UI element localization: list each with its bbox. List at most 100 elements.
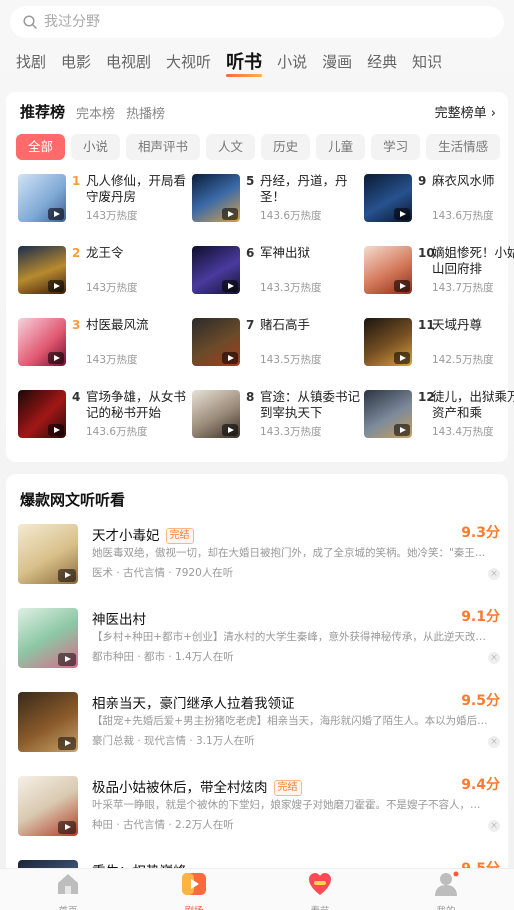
- book-meta: 豪门总裁 · 现代言情 · 3.1万人在听: [92, 735, 255, 747]
- nav-label: 春节: [290, 903, 350, 910]
- chip-history[interactable]: 历史: [261, 134, 311, 160]
- nav-label: 剧场: [164, 903, 224, 910]
- play-icon: [58, 737, 76, 750]
- rank-title: 凡人修仙，开局看守废丹房: [86, 173, 187, 204]
- rank-number: 1: [72, 174, 81, 188]
- play-icon: [222, 208, 238, 220]
- rank-item-6[interactable]: 6 军神出狱 143.3万热度: [192, 245, 362, 296]
- rank-item-9[interactable]: 9 麻衣风水师 143.6万热度: [364, 173, 514, 224]
- nav-label: 我的: [416, 903, 476, 910]
- rank-item-5[interactable]: 5 丹经，丹道，丹圣！ 143.6万热度: [192, 173, 362, 224]
- book-cover: [18, 174, 66, 222]
- book-description: 她医毒双绝，傲视一切，却在大婚日被抱门外，成了全京城的笑柄。她冷笑："秦王？..…: [92, 547, 488, 559]
- rank-item-2[interactable]: 2 龙王令 143万热度: [18, 245, 188, 296]
- chip-crosstalk[interactable]: 相声评书: [126, 134, 201, 160]
- search-icon: [23, 15, 37, 29]
- play-icon: [48, 424, 64, 436]
- rank-heat: 143.6万热度: [260, 210, 322, 222]
- rank-item-10[interactable]: 10 嫡姐惨死！小姑下山回府排 143.7万热度: [364, 245, 514, 296]
- tab-movie[interactable]: 电影: [61, 51, 91, 72]
- rank-item-7[interactable]: 7 赌石高手 143.5万热度: [192, 317, 362, 368]
- hot-novels-card: 爆款网文听听看 天才小毒妃 完结 9.3分 她医毒双绝，傲视一切，却在大婚日被抱门…: [6, 474, 508, 910]
- book-item-3[interactable]: 相亲当天，豪门继承人拉着我领证 9.5分 【甜宠+先婚后爱+男主扮猪吃老虎】相亲…: [18, 692, 502, 762]
- book-cover: [192, 390, 240, 438]
- play-icon: [394, 208, 410, 220]
- home-icon: [58, 874, 78, 894]
- rank-item-12[interactable]: 12 徒儿，出狱乘万亿资产和乘 143.4万热度: [364, 389, 514, 440]
- play-icon: [222, 352, 238, 364]
- play-icon: [394, 424, 410, 436]
- category-tabs: 找剧 电影 电视剧 大视听 听书 小说 漫画 经典 知识: [0, 46, 514, 77]
- rank-item-1[interactable]: 1 凡人修仙，开局看守废丹房 143万热度: [18, 173, 188, 224]
- full-ranking-link[interactable]: 完整榜单 ›: [435, 102, 496, 121]
- chip-life-emotion[interactable]: 生活情感: [426, 134, 501, 160]
- nav-spring-festival[interactable]: 春节: [290, 871, 350, 910]
- tab-audiovisual[interactable]: 大视听: [166, 51, 211, 72]
- chip-all[interactable]: 全部: [16, 134, 66, 160]
- tab-recommend-rank[interactable]: 推荐榜: [20, 101, 65, 122]
- tab-find-drama[interactable]: 找剧: [16, 51, 46, 72]
- nav-mine[interactable]: 我的: [416, 871, 476, 910]
- book-title: 天才小毒妃: [92, 528, 160, 544]
- close-icon[interactable]: ×: [488, 736, 500, 748]
- book-item-2[interactable]: 神医出村 9.1分 【乡村+种田+都市+创业】清水村的大学生秦峰，意外获得神秘传…: [18, 608, 502, 678]
- play-icon: [222, 424, 238, 436]
- rank-heat: 143.3万热度: [260, 282, 322, 294]
- chip-children[interactable]: 儿童: [316, 134, 366, 160]
- chip-study[interactable]: 学习: [371, 134, 421, 160]
- chip-novel[interactable]: 小说: [71, 134, 121, 160]
- book-cover: [18, 608, 78, 668]
- tab-completed-rank[interactable]: 完本榜: [76, 103, 115, 122]
- rank-title: 龙王令: [86, 245, 124, 260]
- rank-number: 3: [72, 318, 81, 332]
- rank-heat: 142.5万热度: [432, 354, 494, 366]
- rank-title: 军神出狱: [260, 245, 311, 260]
- play-icon: [48, 208, 64, 220]
- rank-title: 嫡姐惨死！小姑下山回府排: [432, 245, 514, 276]
- nav-home[interactable]: 首页: [38, 871, 98, 910]
- nav-theater[interactable]: 剧场: [164, 871, 224, 910]
- search-input[interactable]: [44, 14, 484, 30]
- tab-audiobook[interactable]: 听书: [226, 48, 263, 77]
- tab-novel[interactable]: 小说: [277, 51, 307, 72]
- rank-heat: 143.6万热度: [86, 426, 148, 438]
- book-title-row: 相亲当天，豪门继承人拉着我领证: [92, 692, 295, 712]
- tab-tv-series[interactable]: 电视剧: [106, 51, 151, 72]
- book-cover: [18, 318, 66, 366]
- rank-item-3[interactable]: 3 村医最风流 143万热度: [18, 317, 188, 368]
- close-icon[interactable]: ×: [488, 820, 500, 832]
- book-cover: [364, 246, 412, 294]
- play-icon: [394, 352, 410, 364]
- close-icon[interactable]: ×: [488, 652, 500, 664]
- rank-title: 天域丹尊: [432, 317, 483, 332]
- book-score: 9.3分: [461, 525, 500, 541]
- book-title: 极品小姑被休后，带全村炫肉: [92, 780, 268, 796]
- rank-item-11[interactable]: 11 天域丹尊 142.5万热度: [364, 317, 514, 368]
- rank-number: 7: [246, 318, 255, 332]
- book-score: 9.4分: [461, 777, 500, 793]
- play-icon: [48, 280, 64, 292]
- book-item-1[interactable]: 天才小毒妃 完结 9.3分 她医毒双绝，傲视一切，却在大婚日被抱门外，成了全京城的…: [18, 524, 502, 594]
- bottom-nav: 首页 剧场 春节 我的: [0, 868, 514, 910]
- book-description: 叶采苹一睁眼，就是个被休的下堂妇，娘家嫂子对她磨刀霍霍。不是嫂子不容人，实...: [92, 799, 488, 811]
- section-title: 爆款网文听听看: [20, 491, 126, 509]
- rank-item-4[interactable]: 4 官场争雄，从女书记的秘书开始 143.6万热度: [18, 389, 188, 440]
- tab-classic[interactable]: 经典: [367, 51, 397, 72]
- rank-heat: 143.6万热度: [432, 210, 494, 222]
- book-title-row: 极品小姑被休后，带全村炫肉 完结: [92, 776, 302, 796]
- close-icon[interactable]: ×: [488, 568, 500, 580]
- book-meta: 医术 · 古代言情 · 7920人在听: [92, 567, 234, 579]
- rank-number: 9: [418, 174, 427, 188]
- tab-knowledge[interactable]: 知识: [412, 51, 442, 72]
- spring-festival-icon: [309, 873, 331, 895]
- chip-humanities[interactable]: 人文: [206, 134, 256, 160]
- tab-comic[interactable]: 漫画: [322, 51, 352, 72]
- search-bar[interactable]: [10, 6, 504, 38]
- book-item-4[interactable]: 极品小姑被休后，带全村炫肉 完结 9.4分 叶采苹一睁眼，就是个被休的下堂妇，娘家…: [18, 776, 502, 846]
- book-score: 9.5分: [461, 693, 500, 709]
- book-cover: [18, 692, 78, 752]
- book-title-row: 神医出村: [92, 608, 146, 628]
- tab-hot-rank[interactable]: 热播榜: [126, 103, 165, 122]
- rank-item-8[interactable]: 8 官途：从镇委书记到宰执天下 143.3万热度: [192, 389, 362, 440]
- rank-title: 麻衣风水师: [432, 173, 495, 188]
